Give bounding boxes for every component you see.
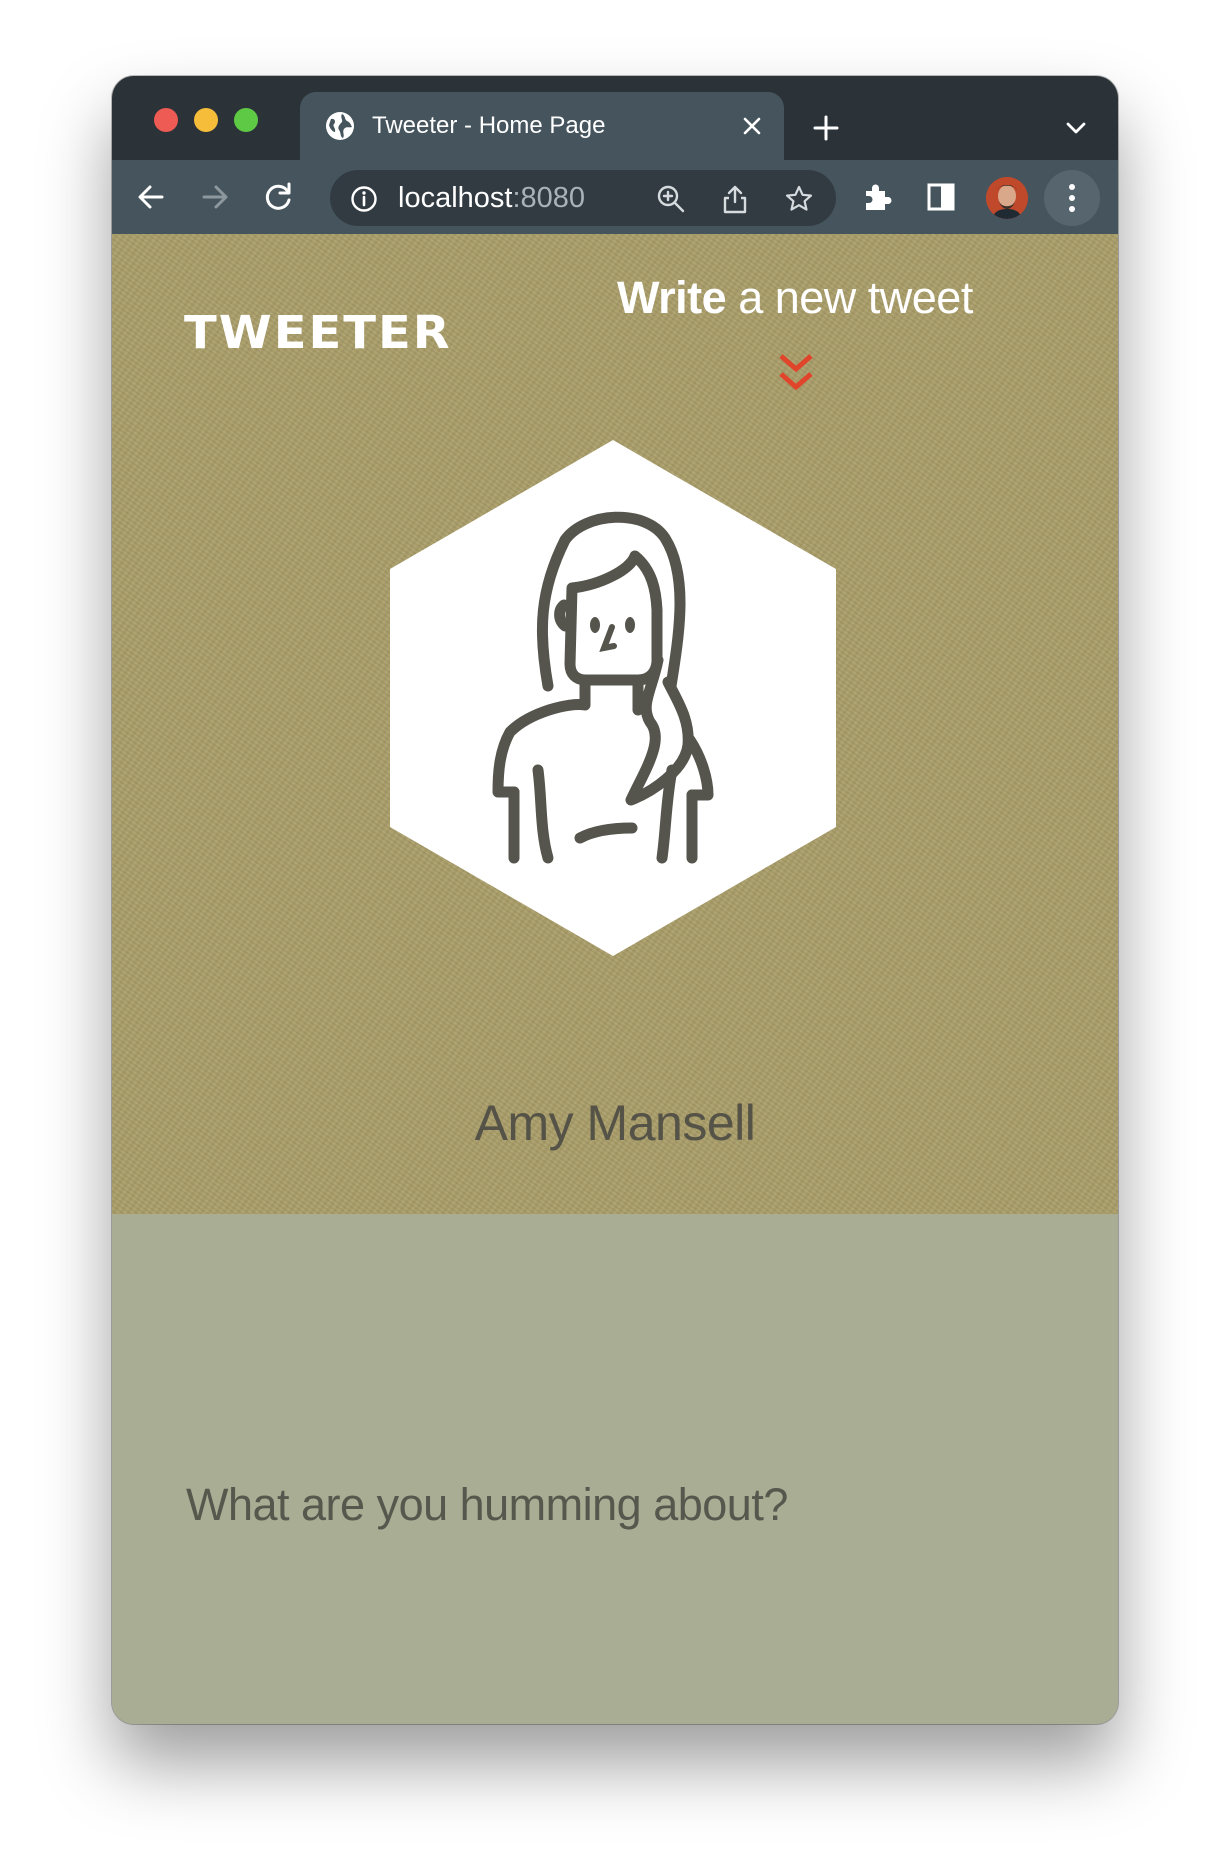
info-icon[interactable]	[350, 185, 378, 213]
profile-header: TWEETER Write a new tweet Amy Mansell	[112, 234, 1118, 1214]
side-panel-icon[interactable]	[924, 180, 958, 214]
site-logo[interactable]: TWEETER	[184, 306, 452, 359]
extensions-icon[interactable]	[860, 180, 894, 214]
close-tab-icon[interactable]	[740, 114, 764, 138]
more-menu-button[interactable]	[1044, 170, 1100, 226]
tab-strip: Tweeter - Home Page	[112, 76, 1118, 160]
tab-search-chevron-icon[interactable]	[1064, 118, 1088, 138]
page-content: TWEETER Write a new tweet Amy Mansell Wh…	[112, 234, 1118, 1724]
url-port: :8080	[512, 182, 586, 214]
browser-window: Tweeter - Home Page localhost:8080 TWEET…	[112, 76, 1118, 1724]
minimize-window-button[interactable]	[194, 108, 218, 132]
zoom-icon[interactable]	[656, 184, 686, 214]
more-vert-icon	[1069, 184, 1075, 212]
share-icon[interactable]	[720, 184, 750, 214]
compose-bold-text: Write	[617, 272, 727, 323]
star-icon[interactable]	[784, 184, 814, 214]
forward-arrow-icon[interactable]	[198, 180, 232, 214]
close-window-button[interactable]	[154, 108, 178, 132]
reload-icon[interactable]	[262, 180, 296, 214]
new-tab-icon[interactable]	[812, 114, 840, 142]
compose-rest-text: a new tweet	[726, 272, 973, 323]
profile-avatar[interactable]	[986, 177, 1028, 219]
tweet-input[interactable]	[186, 1470, 1046, 1540]
maximize-window-button[interactable]	[234, 108, 258, 132]
tab-title: Tweeter - Home Page	[372, 112, 606, 139]
user-name: Amy Mansell	[474, 1095, 756, 1151]
url-host: localhost	[398, 182, 513, 214]
globe-icon	[326, 112, 354, 140]
address-bar[interactable]: localhost:8080	[330, 170, 836, 226]
browser-tab[interactable]: Tweeter - Home Page	[300, 92, 784, 160]
compose-toggle[interactable]: Write a new tweet	[617, 272, 973, 324]
tweet-composer	[112, 1214, 1118, 1724]
url-text[interactable]: localhost:8080	[398, 182, 585, 214]
back-arrow-icon[interactable]	[134, 180, 168, 214]
user-avatar-icon	[390, 440, 836, 956]
browser-toolbar: localhost:8080	[112, 160, 1118, 235]
profile-face-icon	[986, 177, 1028, 219]
double-chevron-down-icon[interactable]	[776, 352, 816, 398]
